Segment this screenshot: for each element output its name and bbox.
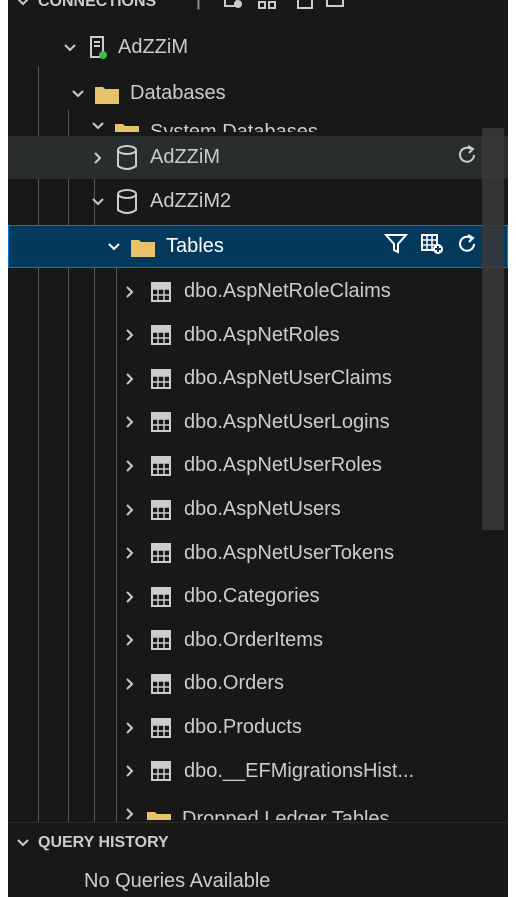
refresh-icon[interactable] — [456, 144, 478, 172]
connections-title: CONNECTIONS — [38, 0, 157, 10]
table-icon — [148, 453, 174, 479]
collapse-all-icon[interactable] — [323, 0, 347, 15]
chevron-right-icon — [120, 456, 140, 476]
table-item[interactable]: dbo.Categories — [8, 575, 508, 618]
table-item[interactable]: dbo.OrderItems — [8, 619, 508, 662]
chevron-down-icon — [68, 84, 88, 104]
table-label: dbo.AspNetRoleClaims — [184, 280, 391, 302]
server-label: AdZZiM — [118, 36, 188, 58]
chevron-right-icon — [88, 148, 108, 168]
chevron-right-icon — [120, 412, 140, 432]
table-label: dbo.AspNetUserClaims — [184, 367, 392, 390]
database-label: AdZZiM2 — [150, 190, 232, 212]
folder-icon — [114, 118, 140, 132]
table-icon — [148, 409, 174, 435]
chevron-right-icon — [120, 325, 140, 345]
query-history-title: QUERY HISTORY — [38, 834, 169, 851]
chevron-right-icon — [120, 282, 140, 302]
chevron-down-icon — [88, 192, 108, 212]
table-item[interactable]: dbo.AspNetRoleClaims — [8, 270, 508, 313]
new-file-icon[interactable] — [295, 0, 315, 15]
table-label: dbo.AspNetRoles — [184, 323, 340, 346]
new-table-icon[interactable] — [420, 233, 444, 261]
chevron-right-icon — [120, 761, 140, 781]
table-item[interactable]: dbo.__EFMigrationsHist... — [8, 750, 508, 793]
chevron-right-icon — [120, 718, 140, 738]
scrollbar-thumb[interactable] — [482, 128, 504, 530]
new-query-icon[interactable] — [223, 0, 243, 15]
table-icon — [148, 627, 174, 653]
table-item[interactable]: dbo.Products — [8, 706, 508, 749]
table-label: dbo.AspNetUserTokens — [184, 541, 395, 564]
group-by-icon[interactable] — [257, 0, 277, 15]
chevron-right-icon — [120, 543, 140, 563]
chevron-right-icon — [120, 630, 140, 650]
filter-icon[interactable] — [383, 233, 409, 261]
tree-item-system-databases[interactable]: System Databases — [8, 106, 508, 132]
chevron-right-icon — [120, 369, 140, 389]
chevron-right-icon — [120, 804, 140, 820]
table-item[interactable]: dbo.Orders — [8, 662, 508, 705]
table-item[interactable]: dbo.AspNetUserTokens — [8, 532, 508, 575]
tree-item-tables[interactable]: Tables — [8, 225, 508, 268]
table-icon — [148, 540, 174, 566]
chevron-down-icon — [8, 836, 38, 850]
object-explorer-panel: CONNECTIONS | AdZZiM Databases System Da… — [8, 0, 508, 897]
database-icon — [114, 144, 140, 171]
table-label: dbo.Orders — [184, 672, 285, 695]
tree-item-dropped-ledger-tables[interactable]: Dropped Ledger Tables — [8, 798, 508, 820]
table-icon — [148, 322, 174, 348]
table-icon — [148, 497, 174, 523]
chevron-right-icon — [120, 674, 140, 694]
table-item[interactable]: dbo.AspNetUserRoles — [8, 444, 508, 487]
table-icon — [148, 584, 174, 610]
tree-item-server[interactable]: AdZZiM — [8, 26, 508, 69]
table-icon — [148, 758, 174, 784]
chevron-down-icon — [60, 38, 80, 58]
table-item[interactable]: dbo.AspNetRoles — [8, 314, 508, 357]
refresh-icon[interactable] — [456, 233, 478, 261]
chevron-down-icon — [104, 237, 124, 257]
connections-header[interactable]: CONNECTIONS | — [8, 0, 508, 18]
system-databases-label: System Databases — [150, 121, 318, 132]
chevron-right-icon — [120, 587, 140, 607]
table-label: dbo.AspNetUserLogins — [184, 410, 390, 433]
table-icon — [148, 715, 174, 741]
table-label: dbo.__EFMigrationsHist... — [184, 759, 415, 782]
table-label: dbo.OrderItems — [184, 628, 323, 651]
tree-item-database-adzzim[interactable]: AdZZiM — [8, 136, 508, 179]
chevron-right-icon — [120, 500, 140, 520]
table-icon — [148, 279, 174, 305]
table-icon — [148, 366, 174, 392]
server-connected-icon — [86, 35, 112, 61]
query-history-empty-text: No Queries Available — [84, 870, 271, 892]
header-divider: | — [196, 0, 201, 10]
table-label: dbo.Products — [184, 716, 302, 738]
database-icon — [114, 188, 140, 215]
databases-label: Databases — [130, 82, 226, 104]
folder-icon — [146, 806, 172, 820]
table-item[interactable]: dbo.AspNetUserLogins — [8, 401, 508, 444]
folder-icon — [130, 234, 156, 260]
query-history-header[interactable]: QUERY HISTORY — [8, 822, 508, 863]
tree-item-database-adzzim2[interactable]: AdZZiM2 — [8, 180, 508, 223]
dropped-ledger-label: Dropped Ledger Tables — [182, 808, 390, 820]
tables-label: Tables — [166, 235, 224, 257]
folder-icon — [94, 81, 120, 107]
chevron-down-icon — [8, 0, 38, 9]
database-label: AdZZiM — [150, 146, 220, 168]
table-label: dbo.Categories — [184, 585, 320, 608]
chevron-down-icon — [88, 116, 108, 132]
table-item[interactable]: dbo.AspNetUsers — [8, 488, 508, 531]
table-item[interactable]: dbo.AspNetUserClaims — [8, 357, 508, 400]
table-label: dbo.AspNetUserRoles — [184, 454, 382, 477]
table-label: dbo.AspNetUsers — [184, 498, 341, 520]
table-icon — [148, 671, 174, 697]
